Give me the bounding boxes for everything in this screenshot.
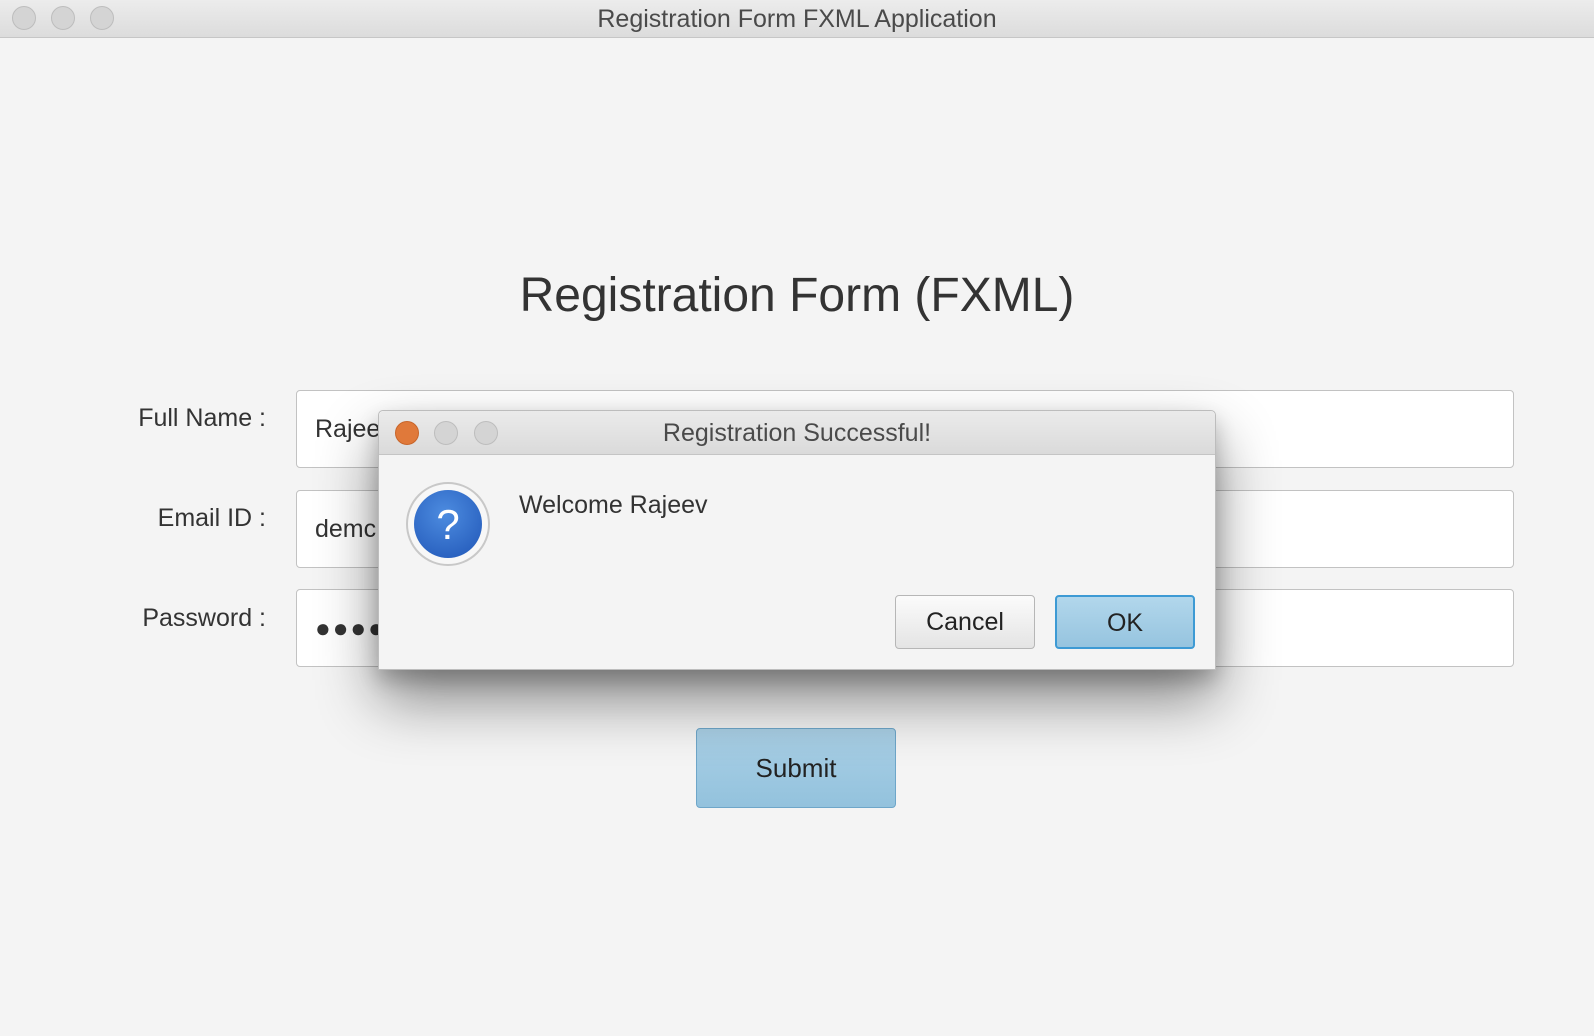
form-heading: Registration Form (FXML) bbox=[519, 269, 1075, 322]
password-label: Password : bbox=[142, 604, 266, 632]
dialog-title: Registration Successful! bbox=[662, 419, 932, 447]
dialog-message: Welcome Rajeev bbox=[519, 491, 708, 519]
question-mark-glyph: ? bbox=[436, 501, 459, 548]
email-label: Email ID : bbox=[157, 504, 266, 532]
dialog-titlebar: Registration Successful! bbox=[379, 411, 1215, 455]
full-name-label: Full Name : bbox=[138, 404, 266, 432]
ok-button[interactable]: OK bbox=[1055, 595, 1195, 649]
window-titlebar: Registration Form FXML Application bbox=[0, 0, 1594, 38]
window-title: Registration Form FXML Application bbox=[597, 5, 997, 33]
question-icon: ? bbox=[406, 482, 490, 566]
alert-dialog: Registration Successful! ? Welcome Rajee… bbox=[378, 410, 1216, 670]
submit-button[interactable]: Submit bbox=[696, 728, 896, 808]
cancel-button[interactable]: Cancel bbox=[895, 595, 1035, 649]
